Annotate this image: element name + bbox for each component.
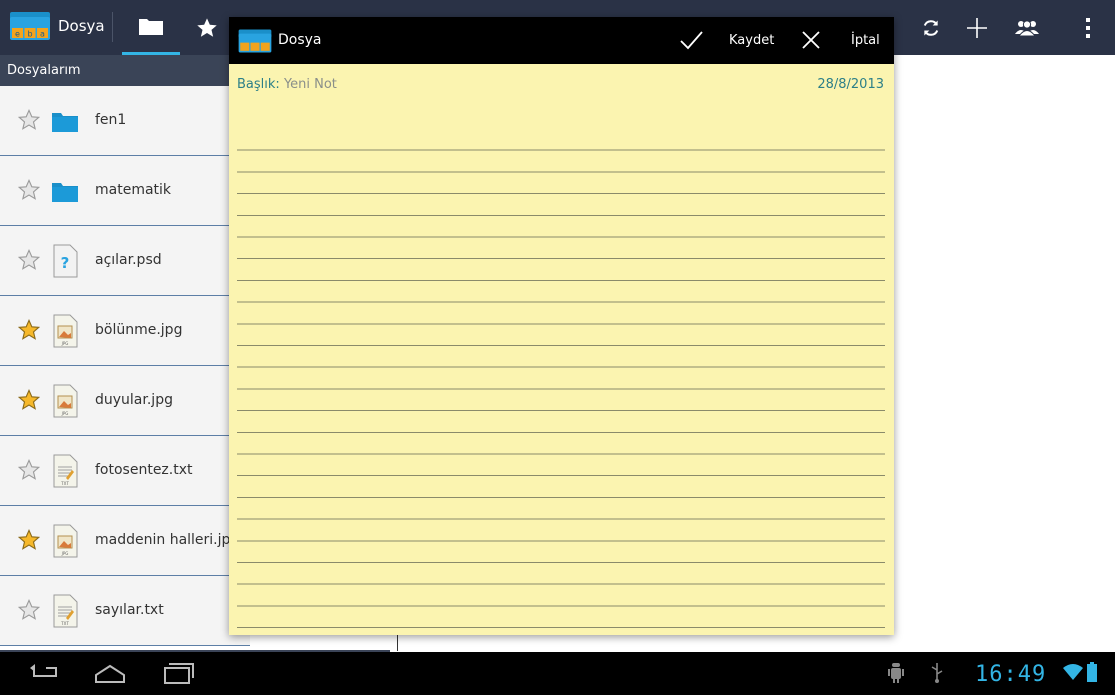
- star-empty-icon[interactable]: [18, 108, 40, 131]
- cancel-button[interactable]: İptal: [851, 33, 880, 48]
- close-icon[interactable]: [801, 30, 821, 50]
- file-name: fen1: [95, 111, 127, 128]
- home-icon[interactable]: [93, 662, 127, 686]
- text-file-icon: TXT: [53, 594, 78, 627]
- back-icon[interactable]: [28, 662, 62, 686]
- save-button[interactable]: Kaydet: [729, 33, 774, 48]
- app-title: Dosya: [58, 17, 105, 35]
- list-header: Dosyalarım: [0, 55, 250, 86]
- svg-text:JPG: JPG: [61, 341, 69, 346]
- list-item[interactable]: JPG maddenin halleri.jp: [0, 506, 250, 576]
- note-title-input[interactable]: Yeni Not: [284, 77, 337, 92]
- text-file-icon: TXT: [53, 454, 78, 487]
- star-filled-icon[interactable]: [18, 528, 40, 551]
- tab-folders[interactable]: [122, 0, 180, 55]
- add-button[interactable]: [954, 0, 1000, 55]
- tab-favorites[interactable]: [185, 0, 229, 55]
- unknown-file-icon: ?: [53, 244, 78, 277]
- file-name: duyular.jpg: [95, 391, 173, 408]
- note-body-input[interactable]: [237, 129, 885, 629]
- file-name: matematik: [95, 181, 172, 198]
- eba-logo-icon: [238, 29, 272, 53]
- refresh-icon: [923, 19, 939, 36]
- check-icon[interactable]: [679, 29, 703, 51]
- folder-icon: [52, 112, 78, 132]
- clock: 16:49: [975, 662, 1047, 687]
- star-empty-icon[interactable]: [18, 178, 40, 201]
- star-empty-icon[interactable]: [18, 458, 40, 481]
- file-name: fotosentez.txt: [95, 461, 193, 478]
- divider: [397, 635, 398, 651]
- list-item[interactable]: TXT fotosentez.txt: [0, 436, 250, 506]
- svg-text:e: e: [15, 30, 20, 39]
- image-file-icon: JPG: [53, 384, 78, 417]
- eba-logo-icon: e b a: [10, 12, 50, 40]
- file-name: bölünme.jpg: [95, 321, 183, 338]
- svg-text:JPG: JPG: [61, 411, 69, 416]
- system-nav-bar: 16:49: [0, 652, 1115, 695]
- add-icon: [967, 17, 987, 38]
- list-item[interactable]: ? açılar.psd: [0, 226, 250, 296]
- list-item[interactable]: matematik: [0, 156, 250, 226]
- svg-text:TXT: TXT: [60, 481, 69, 486]
- dialog-action-bar: Dosya Kaydet İptal: [229, 17, 894, 64]
- folder-icon: [139, 19, 163, 35]
- file-name: sayılar.txt: [95, 601, 164, 618]
- star-filled-icon[interactable]: [18, 318, 40, 341]
- wifi-icon: [1063, 664, 1083, 680]
- file-name: maddenin halleri.jp: [95, 531, 231, 548]
- svg-text:a: a: [40, 30, 45, 39]
- usb-icon: [931, 663, 943, 683]
- refresh-button[interactable]: [908, 0, 954, 55]
- svg-text:?: ?: [61, 254, 70, 272]
- recent-apps-icon[interactable]: [162, 662, 196, 686]
- battery-icon: [1087, 662, 1097, 682]
- android-debug-icon: [888, 663, 904, 683]
- share-users-button[interactable]: [1004, 0, 1050, 55]
- new-note-dialog: Dosya Kaydet İptal Başlık: Yeni Not 28/8…: [229, 17, 894, 635]
- star-empty-icon[interactable]: [18, 248, 40, 271]
- app-home-button[interactable]: e b a Dosya: [8, 8, 105, 44]
- list-item[interactable]: JPG duyular.jpg: [0, 366, 250, 436]
- divider: [112, 12, 113, 42]
- star-filled-icon[interactable]: [18, 388, 40, 411]
- svg-text:JPG: JPG: [61, 551, 69, 556]
- list-item[interactable]: TXT sayılar.txt: [0, 576, 250, 646]
- note-date: 28/8/2013: [817, 77, 884, 92]
- svg-text:b: b: [27, 30, 32, 39]
- overflow-menu-button[interactable]: [1065, 0, 1111, 55]
- image-file-icon: JPG: [53, 314, 78, 347]
- star-empty-icon[interactable]: [18, 598, 40, 621]
- list-item[interactable]: JPG bölünme.jpg: [0, 296, 250, 366]
- svg-text:TXT: TXT: [60, 621, 69, 626]
- overflow-menu-icon: [1086, 17, 1090, 38]
- image-file-icon: JPG: [53, 524, 78, 557]
- star-icon: [197, 17, 217, 37]
- note-title-label: Başlık:: [237, 77, 280, 92]
- note-title-field[interactable]: Başlık: Yeni Not: [237, 77, 337, 92]
- users-icon: [1015, 19, 1039, 36]
- folder-icon: [52, 182, 78, 202]
- file-list: fen1 matematik ? açılar.psd JPG bölünme.…: [0, 86, 250, 646]
- file-name: açılar.psd: [95, 251, 162, 268]
- dialog-title: Dosya: [278, 32, 322, 48]
- list-item[interactable]: fen1: [0, 86, 250, 156]
